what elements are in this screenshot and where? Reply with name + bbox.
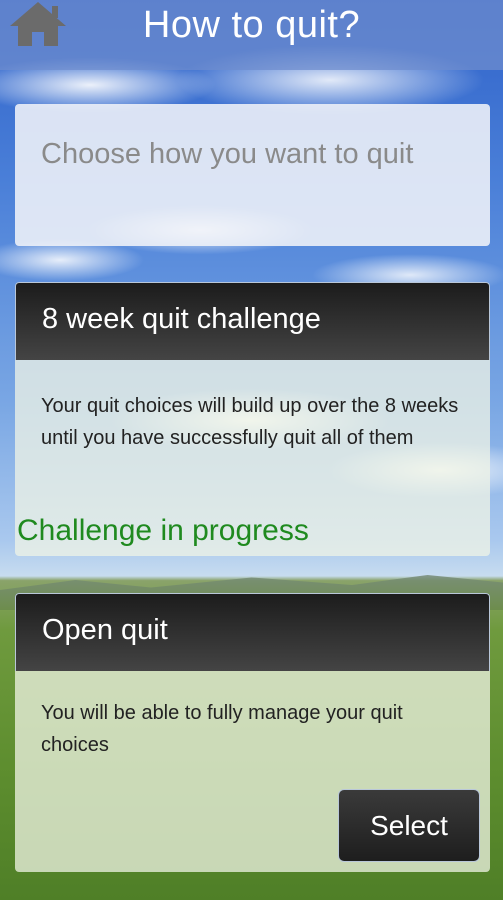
instruction-card: Choose how you want to quit	[15, 104, 490, 246]
top-bar: How to quit?	[0, 0, 503, 70]
challenge-status: Challenge in progress	[17, 514, 309, 547]
select-button[interactable]: Select	[338, 789, 480, 862]
option-card-open-quit[interactable]: Open quit You will be able to fully mana…	[15, 593, 490, 872]
option-header: 8 week quit challenge	[15, 282, 490, 360]
option-description: You will be able to fully manage your qu…	[41, 702, 403, 756]
option-title: Open quit	[42, 614, 168, 646]
option-body: Your quit choices will build up over the…	[15, 360, 490, 556]
page-title: How to quit?	[142, 4, 361, 46]
option-title: 8 week quit challenge	[42, 303, 321, 335]
instruction-text: Choose how you want to quit	[41, 138, 414, 170]
option-card-8-week-challenge[interactable]: 8 week quit challenge Your quit choices …	[15, 282, 490, 556]
option-header: Open quit	[15, 593, 490, 671]
option-description: Your quit choices will build up over the…	[41, 395, 459, 449]
option-body: You will be able to fully manage your qu…	[15, 671, 490, 872]
